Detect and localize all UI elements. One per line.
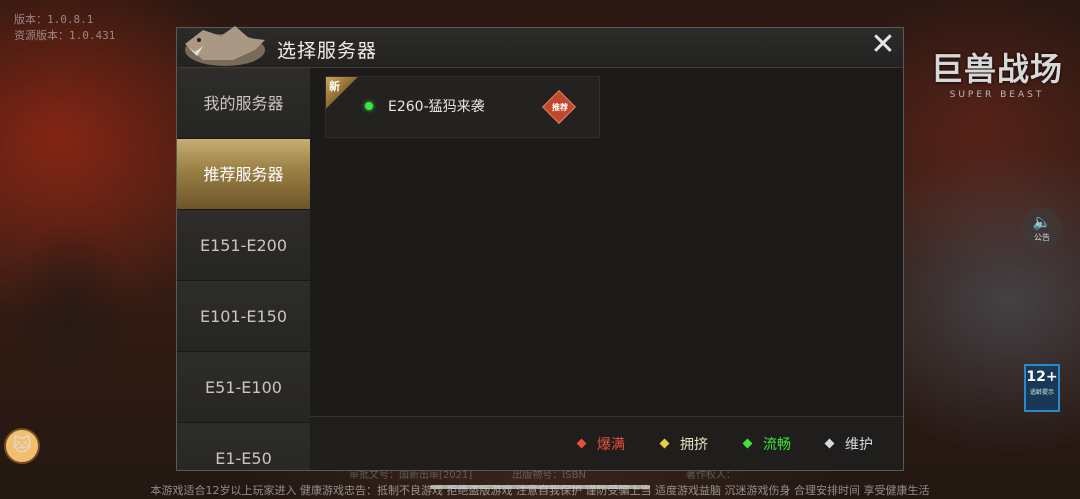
legend-label-smooth: 流畅 <box>763 437 791 453</box>
legend-label-crowded: 拥挤 <box>680 437 708 453</box>
legend-item-crowded: 拥挤 <box>659 434 708 454</box>
server-card[interactable]: 新 E260-猛犸来袭 推荐 <box>325 76 600 138</box>
status-maintenance-icon <box>824 438 835 449</box>
server-select-dialog: 选择服务器 ✕ 我的服务器 推荐服务器 E151-E200 E101-E150 … <box>176 26 904 471</box>
sidebar-item-my-servers[interactable]: 我的服务器 <box>177 68 310 139</box>
home-indicator[interactable] <box>430 485 650 489</box>
server-name: E260-猛犸来袭 <box>388 99 485 115</box>
server-group-sidebar[interactable]: 我的服务器 推荐服务器 E151-E200 E101-E150 E51-E100… <box>177 68 310 470</box>
new-tag: 新 <box>326 77 358 109</box>
age-rating-badge[interactable]: 12+ 适龄提示 <box>1024 364 1060 412</box>
sidebar-item-recommended[interactable]: 推荐服务器 <box>177 139 310 210</box>
legend-item-maintenance: 维护 <box>824 434 873 454</box>
recommended-badge: 推荐 <box>542 90 576 124</box>
status-legend: 爆满 拥挤 流畅 维护 <box>310 416 903 470</box>
recommended-badge-label: 推荐 <box>552 102 569 112</box>
age-rating-caption: 适龄提示 <box>1029 389 1054 396</box>
sidebar-item-e101-e150[interactable]: E101-E150 <box>177 281 310 352</box>
new-tag-label: 新 <box>329 80 340 93</box>
resource-version-line: 资源版本：1.0.431 <box>14 29 116 42</box>
dinosaur-emblem-icon <box>185 26 265 66</box>
sidebar-item-e151-e200[interactable]: E151-E200 <box>177 210 310 281</box>
logo-title: 巨兽战场 <box>930 50 1063 88</box>
dialog-header: 选择服务器 ✕ <box>177 26 903 68</box>
status-smooth-icon <box>742 438 753 449</box>
game-logo: 巨兽战场 SUPER BEAST <box>918 44 1076 104</box>
sidebar-item-e1-e50[interactable]: E1-E50 <box>177 423 310 470</box>
dialog-title: 选择服务器 <box>277 40 378 62</box>
legend-item-full: 爆满 <box>576 434 625 454</box>
legend-label-full: 爆满 <box>597 437 625 453</box>
version-info: 版本：1.0.8.1 资源版本：1.0.431 <box>14 12 115 44</box>
logo-subtitle: SUPER BEAST <box>949 90 1045 100</box>
sidebar-item-e51-e100[interactable]: E51-E100 <box>177 352 310 423</box>
version-line: 版本：1.0.8.1 <box>14 13 94 26</box>
close-icon[interactable]: ✕ <box>869 30 897 60</box>
status-crowded-icon <box>659 438 670 449</box>
background-claw <box>0 180 180 460</box>
legend-label-maintenance: 维护 <box>845 437 873 453</box>
status-full-icon <box>576 438 587 449</box>
legend-item-smooth: 流畅 <box>742 434 791 454</box>
mascot-avatar-icon[interactable]: 🐱 <box>4 428 40 464</box>
server-list: 新 E260-猛犸来袭 推荐 <box>310 68 903 416</box>
age-rating-number: 12+ <box>1026 369 1058 385</box>
server-status-dot <box>365 102 373 110</box>
